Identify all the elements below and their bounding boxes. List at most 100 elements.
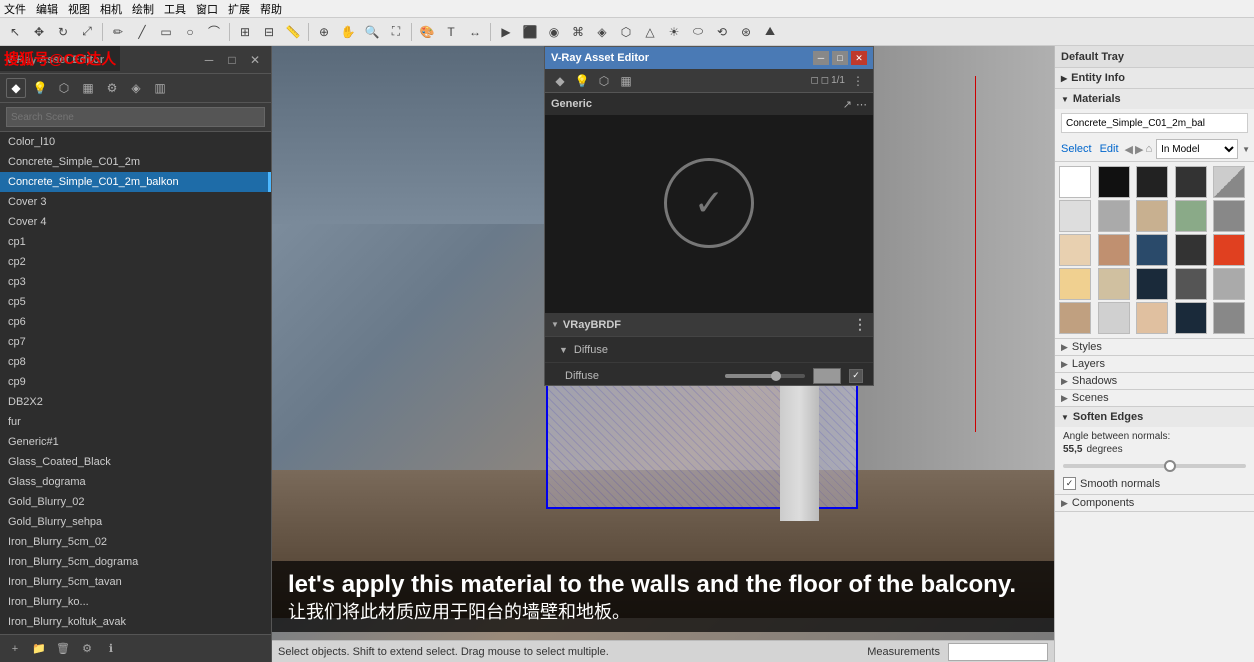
menu-kuo[interactable]: 扩展 [228,1,250,17]
material-thumbnail-4[interactable] [1213,166,1245,198]
material-thumbnail-1[interactable] [1098,166,1130,198]
toolbar-zoom-ext[interactable]: ⛶ [385,21,407,43]
material-thumbnail-12[interactable] [1136,234,1168,266]
material-list-item[interactable]: Glass_dograma [0,472,271,492]
material-thumbnail-3[interactable] [1175,166,1207,198]
toolbar-offset[interactable]: ⊟ [258,21,280,43]
material-thumbnail-9[interactable] [1213,200,1245,232]
toolbar-vray5[interactable]: ◈ [591,21,613,43]
toolbar-vray6[interactable]: ⬡ [615,21,637,43]
vray-tb-icon4[interactable]: ▦ [617,72,635,90]
material-list-item[interactable]: cp5 [0,292,271,312]
toolbar-text[interactable]: T [440,21,462,43]
vray-tb-icon5[interactable]: ◻ [810,75,818,86]
toolbar-select[interactable]: ↖ [4,21,26,43]
material-list-item[interactable]: cp3 [0,272,271,292]
material-thumbnail-6[interactable] [1098,200,1130,232]
material-thumbnail-0[interactable] [1059,166,1091,198]
material-thumbnail-8[interactable] [1175,200,1207,232]
diffuse-checkbox[interactable]: ✓ [849,369,863,383]
menu-shi[interactable]: 视图 [68,1,90,17]
material-thumbnail-16[interactable] [1098,268,1130,300]
toolbar-vray7[interactable]: △ [639,21,661,43]
materials-section-header[interactable]: ▼ Materials [1055,89,1254,109]
material-list-item[interactable]: Color_l10 [0,132,271,152]
delete-icon[interactable]: 🗑 [54,640,72,658]
menu-bang[interactable]: 帮助 [260,1,282,17]
material-thumbnail-5[interactable] [1059,200,1091,232]
toolbar-vray3[interactable]: ◉ [543,21,565,43]
material-list-item[interactable]: Iron_Blurry_5cm_tavan [0,572,271,592]
vray-min-btn[interactable]: ─ [813,51,829,65]
vrdf-menu-icon[interactable]: ⋮ [853,316,867,333]
select-btn[interactable]: Select [1059,143,1094,155]
material-list-item[interactable]: Cover 4 [0,212,271,232]
material-search-input[interactable] [1061,113,1248,133]
toolbar-vray2[interactable]: ⬛ [519,21,541,43]
material-thumbnail-22[interactable] [1136,302,1168,334]
vray-titlebar[interactable]: V-Ray Asset Editor ─ □ ✕ [545,47,873,69]
soften-slider-thumb[interactable] [1164,460,1176,472]
material-thumbnail-10[interactable] [1059,234,1091,266]
vray-tb-icon1[interactable]: ◆ [551,72,569,90]
menu-xiang[interactable]: 相机 [100,1,122,17]
toolbar-zoom[interactable]: 🔍 [361,21,383,43]
vray-tb-more[interactable]: ⋮ [849,72,867,90]
layers-label[interactable]: Layers [1072,358,1248,370]
material-list-item[interactable]: fur [0,412,271,432]
scenes-label[interactable]: Scenes [1072,392,1248,404]
toolbar-vray9[interactable]: ⬭ [687,21,709,43]
material-list-item[interactable]: cp6 [0,312,271,332]
material-list-item[interactable]: Iron_Blurry_ko... [0,592,271,612]
geometry-icon[interactable]: ⬡ [54,78,74,98]
maximize-icon[interactable]: □ [222,50,242,70]
folder-icon[interactable]: 📁 [30,640,48,658]
diffuse-slider[interactable] [725,374,805,378]
toolbar-rotate[interactable]: ↻ [52,21,74,43]
vray-tb-icon6[interactable]: ◻ [821,75,829,86]
vrdf-section-header[interactable]: ▼ VRayBRDF ⋮ [545,313,873,337]
toolbar-orbit[interactable]: ⊕ [313,21,335,43]
material-list-item[interactable]: Gold_Blurry_02 [0,492,271,512]
toolbar-move[interactable]: ✥ [28,21,50,43]
material-thumbnail-21[interactable] [1098,302,1130,334]
toolbar-arc[interactable]: ⌒ [203,21,225,43]
smooth-normals-checkbox[interactable]: ✓ [1063,477,1076,490]
light-icon[interactable]: 💡 [30,78,50,98]
toolbar-dim[interactable]: ↔ [464,21,486,43]
search-input[interactable] [6,107,265,127]
material-list-item[interactable]: cp2 [0,252,271,272]
material-list-item[interactable]: cp8 [0,352,271,372]
material-list-item[interactable]: DB2X2 [0,392,271,412]
toolbar-vray12[interactable]: ⛰ [759,21,781,43]
toolbar-vray10[interactable]: ⟲ [711,21,733,43]
material-list-item[interactable]: Generic#1 [0,432,271,452]
preview-tb-expand[interactable]: ↗ [843,98,852,111]
material-thumbnail-24[interactable] [1213,302,1245,334]
toolbar-pan[interactable]: ✋ [337,21,359,43]
toolbar-vray8[interactable]: ☀ [663,21,685,43]
toolbar-line[interactable]: ╱ [131,21,153,43]
settings-gear-icon[interactable]: ⚙ [102,78,122,98]
info-icon[interactable]: ℹ [102,640,120,658]
components-label[interactable]: Components [1072,497,1248,509]
material-thumbnail-15[interactable] [1059,268,1091,300]
menu-hui[interactable]: 绘制 [132,1,154,17]
material-list-item[interactable]: Iron_Blurry_koltuk_avak [0,612,271,632]
vray-close-btn[interactable]: ✕ [851,51,867,65]
material-list-item[interactable]: Concrete_Simple_C01_2m [0,152,271,172]
toolbar-paint[interactable]: 🎨 [416,21,438,43]
diffuse-color-swatch[interactable] [813,368,841,384]
material-list-item[interactable]: cp7 [0,332,271,352]
toolbar-measure[interactable]: 📏 [282,21,304,43]
material-thumbnail-11[interactable] [1098,234,1130,266]
soften-slider[interactable] [1063,459,1246,473]
toolbar-vray1[interactable]: ▶ [495,21,517,43]
toolbar-rect[interactable]: ▭ [155,21,177,43]
menu-wen[interactable]: 文件 [4,1,26,17]
toolbar-push[interactable]: ⊞ [234,21,256,43]
menu-bian[interactable]: 编辑 [36,1,58,17]
toolbar-vray11[interactable]: ⊛ [735,21,757,43]
home-icon[interactable]: ⌂ [1145,143,1152,155]
toolbar-scale[interactable]: ⤢ [76,21,98,43]
